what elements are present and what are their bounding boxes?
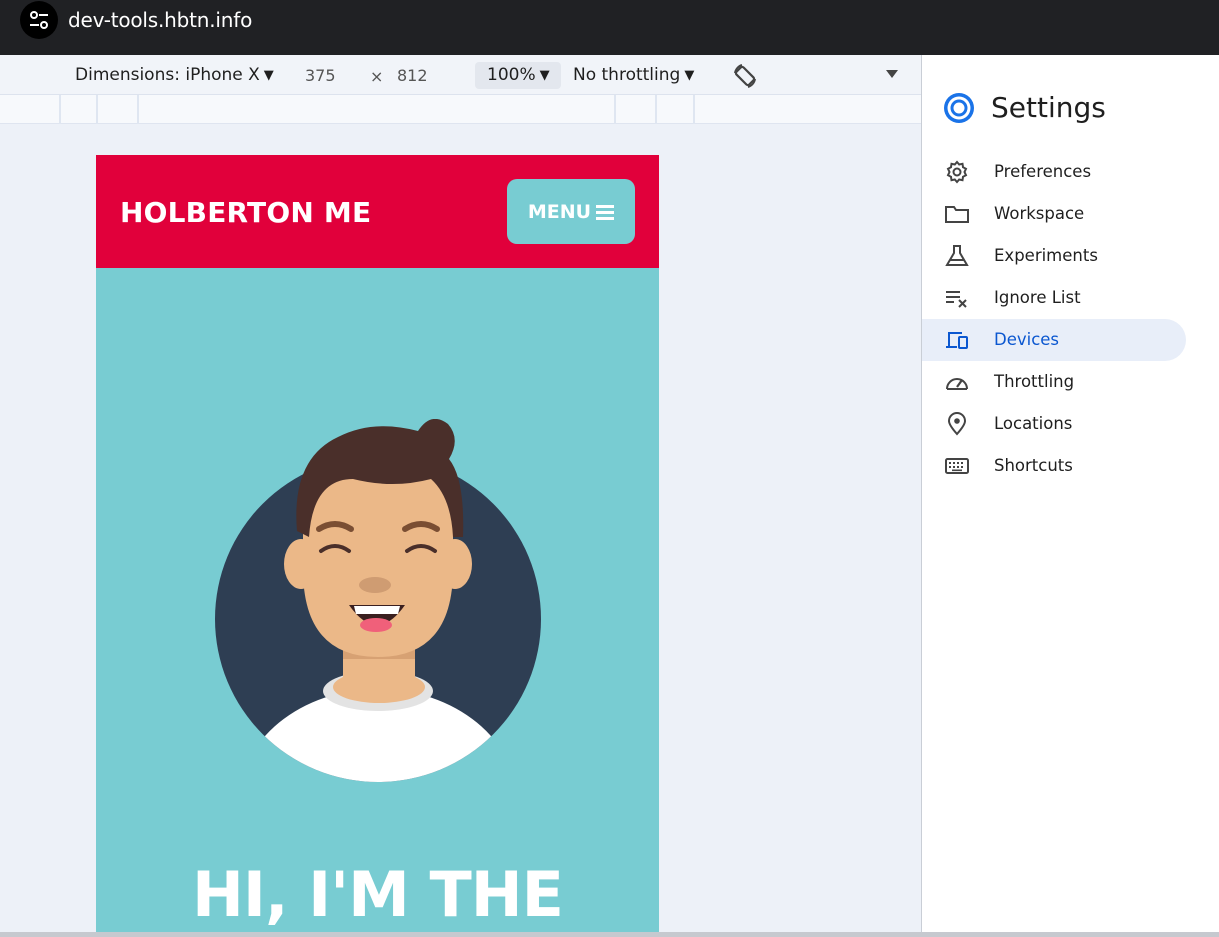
address-bar: dev-tools.hbtn.info bbox=[0, 0, 1219, 55]
chevron-down-icon: ▼ bbox=[263, 68, 274, 83]
nav-label: Preferences bbox=[994, 162, 1092, 181]
nav-item-workspace[interactable]: Workspace bbox=[922, 193, 1186, 235]
nav-item-ignore-list[interactable]: Ignore List bbox=[922, 277, 1186, 319]
width-input[interactable]: 375 bbox=[305, 66, 336, 85]
more-options-icon[interactable] bbox=[884, 67, 900, 81]
times-icon: × bbox=[370, 67, 384, 86]
nav-label: Experiments bbox=[994, 246, 1098, 265]
throttling-label: No throttling bbox=[573, 65, 681, 85]
url-text[interactable]: dev-tools.hbtn.info bbox=[68, 8, 252, 32]
device-toolbar: Dimensions: iPhone X ▼ 375 × 812 100% ▼ No… bbox=[0, 55, 921, 95]
nav-item-preferences[interactable]: Preferences bbox=[922, 151, 1186, 193]
gear-icon bbox=[946, 160, 968, 184]
nav-item-throttling[interactable]: Throttling bbox=[922, 361, 1186, 403]
height-input[interactable]: 812 bbox=[397, 66, 428, 85]
flask-icon bbox=[945, 245, 969, 266]
nav-label: Locations bbox=[994, 414, 1073, 433]
dimensions-label: Dimensions: iPhone X bbox=[75, 65, 260, 85]
chrome-devtools-logo-icon bbox=[944, 93, 974, 123]
keyboard-icon bbox=[945, 458, 969, 474]
dimensions-dropdown[interactable]: Dimensions: iPhone X ▼ bbox=[75, 65, 274, 85]
emulated-page: HOLBERTON ME MENU HI, I'M THE bbox=[96, 155, 659, 932]
site-header: HOLBERTON ME MENU bbox=[96, 155, 659, 268]
chevron-down-icon: ▼ bbox=[684, 68, 695, 83]
chevron-down-icon: ▼ bbox=[539, 68, 550, 83]
zoom-dropdown[interactable]: 100% ▼ bbox=[475, 62, 561, 89]
rotate-icon[interactable] bbox=[730, 61, 760, 91]
bottom-scrollbar[interactable] bbox=[0, 932, 1219, 937]
devices-icon bbox=[946, 332, 968, 349]
avatar bbox=[215, 419, 541, 782]
settings-panel: Settings Preferences Workspace Experimen… bbox=[921, 55, 1219, 932]
nav-item-locations[interactable]: Locations bbox=[922, 403, 1186, 445]
menu-button[interactable]: MENU bbox=[507, 179, 635, 244]
location-pin-icon bbox=[947, 412, 967, 436]
ignore-list-icon bbox=[946, 291, 967, 308]
nav-label: Workspace bbox=[994, 204, 1085, 223]
nav-label: Devices bbox=[994, 330, 1060, 349]
settings-nav: Preferences Workspace Experiments Ignore… bbox=[922, 151, 1219, 487]
nav-item-shortcuts[interactable]: Shortcuts bbox=[922, 445, 1186, 487]
speedometer-icon bbox=[946, 378, 968, 390]
hero-title: HI, I'M THE bbox=[192, 858, 564, 931]
device-viewport: HOLBERTON ME MENU HI, I'M THE bbox=[0, 124, 921, 932]
folder-icon bbox=[945, 206, 969, 223]
nav-label: Shortcuts bbox=[994, 456, 1073, 475]
zoom-label: 100% bbox=[487, 65, 536, 85]
nav-item-experiments[interactable]: Experiments bbox=[922, 235, 1186, 277]
media-query-ruler bbox=[0, 95, 921, 124]
site-logo[interactable]: HOLBERTON ME bbox=[120, 196, 371, 229]
nav-item-devices[interactable]: Devices bbox=[922, 319, 1186, 361]
menu-label: MENU bbox=[527, 200, 592, 223]
throttling-dropdown[interactable]: No throttling ▼ bbox=[573, 65, 694, 85]
nav-label: Ignore List bbox=[994, 288, 1081, 307]
nav-label: Throttling bbox=[994, 372, 1075, 391]
tune-icon[interactable] bbox=[20, 1, 58, 39]
hamburger-icon bbox=[596, 202, 615, 223]
settings-title: Settings bbox=[991, 91, 1106, 124]
